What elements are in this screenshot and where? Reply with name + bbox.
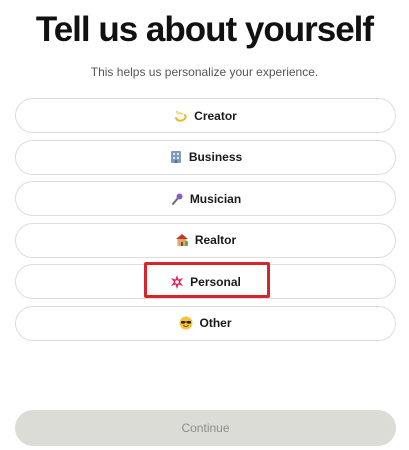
- option-label: Business: [188, 150, 243, 164]
- option-realtor[interactable]: Realtor: [15, 222, 396, 258]
- sunglasses-face-icon: [179, 316, 193, 330]
- option-creator[interactable]: Creator: [15, 98, 396, 133]
- starburst-icon: [170, 274, 184, 289]
- microphone-icon: [170, 192, 184, 206]
- office-building-icon: [169, 150, 183, 164]
- option-label: Other: [199, 316, 232, 330]
- option-business[interactable]: Business: [15, 139, 396, 175]
- option-musician[interactable]: Musician: [15, 181, 396, 216]
- house-icon: [175, 233, 189, 247]
- option-other[interactable]: Other: [15, 305, 396, 341]
- continue-button[interactable]: Continue: [15, 410, 396, 446]
- option-personal[interactable]: Personal: [15, 264, 396, 299]
- sparkle-swirl-icon: [174, 109, 188, 123]
- option-label: Realtor: [194, 233, 237, 247]
- onboarding-page: Tell us about yourself This helps us per…: [0, 0, 409, 450]
- options-list: Creator Business Musician Realtor Person…: [15, 98, 396, 347]
- option-label: Creator: [194, 108, 237, 123]
- option-label: Musician: [189, 191, 242, 206]
- option-label: Personal: [190, 274, 241, 289]
- page-title: Tell us about yourself: [35, 10, 374, 49]
- page-subtitle: This helps us personalize your experienc…: [90, 65, 319, 79]
